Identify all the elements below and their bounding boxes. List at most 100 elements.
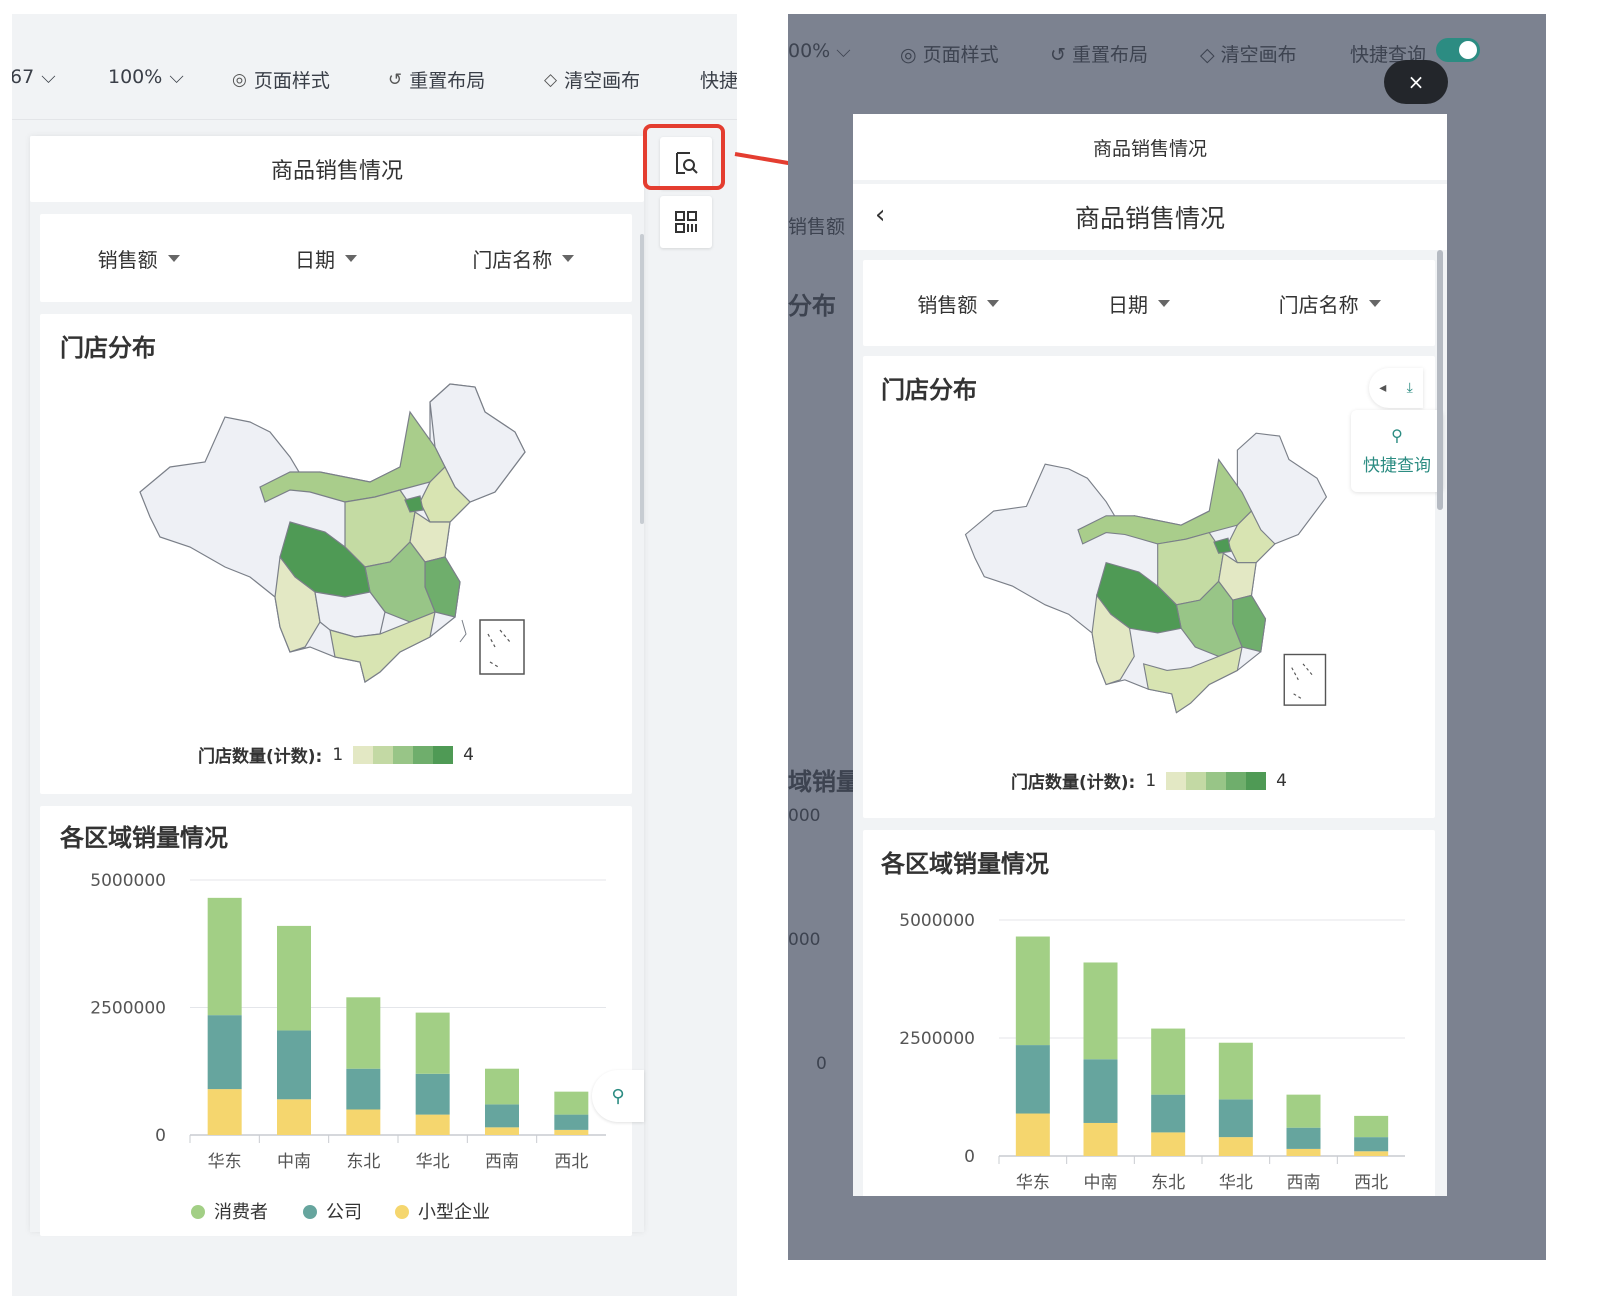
caret-left-icon[interactable]: ◂: [1379, 380, 1386, 396]
bar-segment: [415, 1114, 450, 1135]
undo-icon: ↺: [1050, 44, 1072, 66]
page-style-label: 页面样式: [253, 70, 330, 92]
report-title: 商品销售情况: [1074, 204, 1225, 233]
chevron-down-icon: ⌵: [169, 66, 184, 88]
y-tick-label: 2500000: [899, 1029, 975, 1049]
y-tick-label: 5000000: [90, 871, 166, 891]
legend-marker: [303, 1205, 317, 1219]
legend-marker: [191, 1205, 205, 1219]
bar-segment: [1015, 936, 1050, 1046]
legend-swatch: [1246, 771, 1267, 790]
page-style-button[interactable]: ◎ 页面样式: [232, 66, 330, 93]
zoom-prev-dropdown[interactable]: 67 ⌵: [12, 66, 56, 88]
bar-segment: [1151, 1094, 1186, 1133]
quick-query-toggle[interactable]: [1436, 38, 1480, 62]
filter-sales[interactable]: 销售额: [98, 244, 180, 273]
bar-segment: [1083, 1059, 1118, 1123]
filter-store[interactable]: 门店名称: [472, 244, 575, 273]
reset-layout-button[interactable]: ↺ 重置布局: [388, 66, 485, 93]
canvas-scrollbar[interactable]: [640, 234, 644, 524]
legend-label: 公司: [326, 1202, 362, 1223]
x-tick-label: 华北: [1219, 1173, 1253, 1193]
bar-segment: [1354, 1137, 1389, 1152]
clear-canvas-button[interactable]: ◇ 清空画布: [544, 66, 640, 93]
highlight-box: [643, 124, 725, 190]
caret-down-icon: [562, 254, 575, 262]
map-title: 门店分布: [881, 376, 977, 404]
legend-label: 消费者: [214, 1202, 268, 1223]
report-title-bar: 商品销售情况: [30, 136, 644, 202]
quick-query-float-button[interactable]: ⚲ 快捷查询: [1351, 410, 1443, 492]
eraser-icon: ◇: [1200, 44, 1221, 66]
map-title: 门店分布: [60, 334, 156, 362]
x-tick-label: 华东: [1016, 1173, 1050, 1193]
bar-segment: [1083, 1122, 1118, 1156]
x-tick-label: 西南: [1287, 1173, 1321, 1193]
bar-segment: [1354, 1151, 1389, 1156]
bar-segment: [485, 1068, 519, 1105]
quick-query-float-button[interactable]: ⚲: [592, 1070, 644, 1122]
legend-swatch: [413, 745, 434, 764]
legend-swatch: [373, 745, 394, 764]
bar-segment: [485, 1127, 519, 1135]
preview-header: 商品销售情况: [853, 114, 1447, 180]
caret-down-icon: [344, 254, 357, 262]
download-icon[interactable]: ⤓: [1407, 380, 1413, 396]
filter-sales[interactable]: 销售额: [917, 289, 1000, 318]
clear-canvas-label: 清空画布: [564, 70, 641, 92]
map-legend: 门店数量(计数): 1 4: [863, 768, 1435, 794]
filter-label: 日期: [294, 247, 335, 272]
y-tick-label: 2500000: [90, 999, 166, 1019]
y-tick-label: 0: [155, 1126, 166, 1146]
bar-segment: [554, 1091, 589, 1115]
bar-segment: [1151, 1028, 1186, 1095]
x-tick-label: 东北: [346, 1152, 380, 1172]
y-tick-label: 5000000: [899, 911, 975, 931]
quick-query-button[interactable]: 快捷: [700, 66, 737, 93]
legend-swatch: [1166, 771, 1187, 790]
layout-grid-button[interactable]: [660, 196, 712, 248]
legend-gradient: [353, 745, 454, 764]
preview-overlay: 00% ⌵ ◎ 页面样式 ↺ 重置布局 ◇ 清空画布 快捷查询 × 销售额 分布…: [788, 14, 1546, 1260]
legend-label: 门店数量(计数):: [1011, 773, 1136, 793]
south-sea-inset: [479, 619, 525, 675]
map-legend: 门店数量(计数): 1 4: [40, 742, 632, 768]
bg-tick-fragment: 000: [788, 930, 821, 950]
clear-canvas-button[interactable]: ◇ 清空画布: [1200, 40, 1297, 67]
filter-store[interactable]: 门店名称: [1279, 289, 1381, 318]
legend-min: 1: [1145, 770, 1157, 791]
report-nav-bar: ‹ 商品销售情况: [853, 184, 1447, 250]
preview-header-title: 商品销售情况: [1092, 137, 1207, 160]
zoom-dropdown[interactable]: 100% ⌵: [108, 66, 184, 88]
close-preview-button[interactable]: ×: [1384, 60, 1448, 104]
bar-segment: [277, 925, 311, 1031]
mobile-canvas: 商品销售情况 销售额 日期 门店名称 门店分布 门店数量(计数): 1 4 各区…: [30, 136, 644, 1236]
page-style-button[interactable]: ◎ 页面样式: [900, 40, 999, 67]
bar-segment: [554, 1129, 589, 1135]
filter-label: 门店名称: [472, 247, 553, 272]
bar-segment: [277, 1099, 311, 1135]
filter-date[interactable]: 日期: [1108, 289, 1170, 318]
chevron-down-icon: ⌵: [836, 40, 851, 62]
back-arrow-icon[interactable]: ‹: [875, 200, 885, 230]
legend-label: 门店数量(计数):: [198, 747, 323, 767]
filter-bar: 销售额 日期 门店名称: [40, 214, 632, 302]
bar-segment: [415, 1073, 450, 1115]
mobile-preview-window: 商品销售情况 ‹ 商品销售情况 销售额 日期 门店名称 门店分布 ◂ ⤓ ⚲ 快…: [853, 114, 1447, 1196]
zoom-dropdown[interactable]: 00% ⌵: [788, 40, 851, 62]
south-sea-inset: [1283, 653, 1327, 706]
filter-date[interactable]: 日期: [295, 244, 357, 273]
undo-icon: ↺: [388, 69, 403, 90]
quick-query-icon: ⚲: [611, 1085, 625, 1107]
legend-gradient: [1166, 771, 1267, 790]
bar-chart-card: 各区域销量情况 0 2500000 5000000 华东 中南 东北 华北 西南 西北 消费者 公司…: [40, 806, 632, 1236]
preview-scrollbar[interactable]: [1437, 250, 1443, 510]
chart-title: 各区域销量情况: [60, 824, 228, 852]
legend-swatch: [1186, 771, 1207, 790]
page-style-label: 页面样式: [922, 44, 999, 66]
bar-segment: [207, 1089, 242, 1135]
bar-chart-card: 各区域销量情况 0 2500000 5000000 华东 中南 东北 华北 西南 西北: [863, 830, 1435, 1196]
reset-layout-button[interactable]: ↺ 重置布局: [1050, 40, 1148, 67]
bar-segment: [207, 897, 242, 1016]
chevron-down-icon: ⌵: [41, 66, 56, 88]
